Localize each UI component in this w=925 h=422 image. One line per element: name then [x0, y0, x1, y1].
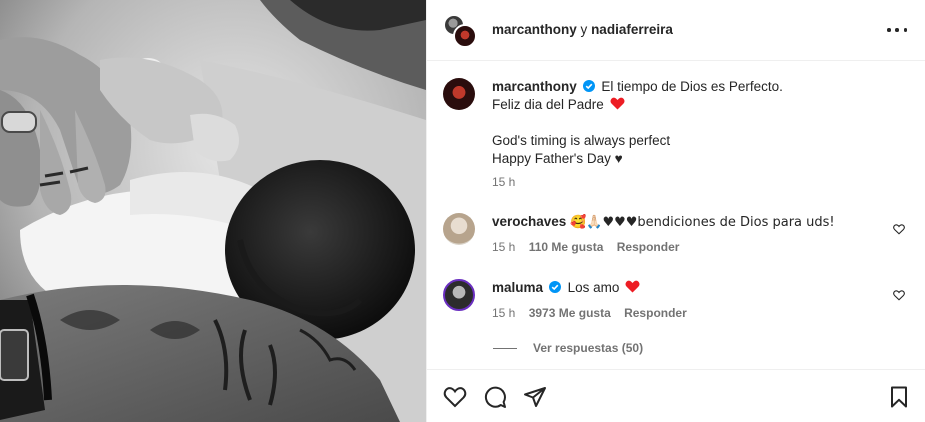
more-options-button[interactable]: [887, 22, 907, 38]
caption-username[interactable]: marcanthony: [492, 79, 577, 94]
verified-badge-icon: [582, 80, 595, 92]
collab-avatars[interactable]: [443, 14, 477, 48]
comment-row: verochaves 🥰🙏🏻♥♥♥bendiciones de Dios par…: [443, 213, 909, 263]
reply-button[interactable]: Responder: [624, 306, 687, 320]
post-header: marcanthony y nadiaferreira: [427, 0, 925, 61]
like-icon[interactable]: [443, 385, 467, 409]
avatar[interactable]: [443, 213, 475, 245]
comment-username[interactable]: maluma: [492, 280, 543, 295]
post-photo[interactable]: [0, 0, 426, 422]
caption: marcanthony El tiempo de Dios es Perfect…: [443, 78, 909, 193]
verified-badge-icon: [548, 281, 561, 293]
caption-line-4: Happy Father's Day ♥: [492, 151, 623, 166]
replies-divider: [493, 347, 517, 349]
like-comment-icon[interactable]: [893, 223, 905, 235]
post-authors: marcanthony y nadiaferreira: [492, 22, 673, 37]
caption-line-1: El tiempo de Dios es Perfecto.: [601, 79, 783, 94]
caption-line-3: God's timing is always perfect: [492, 133, 671, 148]
comment-username[interactable]: verochaves: [492, 214, 566, 229]
photo-illustration: [0, 0, 426, 422]
view-replies-label: Ver respuestas (50): [533, 341, 644, 355]
action-bar: [427, 369, 925, 422]
view-replies-button[interactable]: Ver respuestas (50): [493, 341, 643, 355]
caption-time[interactable]: 15 h: [492, 175, 515, 189]
comment-likes[interactable]: 3973 Me gusta: [529, 306, 611, 320]
bookmark-icon[interactable]: [887, 385, 911, 409]
comments-section: marcanthony El tiempo de Dios es Perfect…: [427, 61, 925, 369]
caption-meta: 15 h: [492, 175, 525, 189]
comment-body: 🥰🙏🏻♥♥♥bendiciones de Dios para uds!: [570, 215, 835, 230]
red-heart-icon: [625, 280, 640, 293]
author-link-2[interactable]: nadiaferreira: [591, 22, 673, 37]
comment-text: maluma Los amo: [492, 279, 879, 297]
caption-text: marcanthony El tiempo de Dios es Perfect…: [492, 78, 879, 168]
comment-meta: 15 h 110 Me gusta Responder: [492, 240, 689, 254]
comment-meta: 15 h 3973 Me gusta Responder: [492, 306, 697, 320]
author-link-1[interactable]: marcanthony: [492, 22, 577, 37]
red-heart-icon: [610, 97, 625, 110]
comment-body: Los amo: [567, 280, 620, 295]
comment-time[interactable]: 15 h: [492, 240, 515, 254]
avatar[interactable]: [443, 78, 475, 110]
dot-icon: [887, 28, 891, 32]
share-icon[interactable]: [523, 385, 547, 409]
comment-icon[interactable]: [483, 385, 507, 409]
avatar-nadiaferreira: [453, 24, 477, 48]
like-comment-icon[interactable]: [893, 289, 905, 301]
comment-likes[interactable]: 110 Me gusta: [529, 240, 604, 254]
author-connector: y: [580, 22, 588, 37]
dot-icon: [903, 28, 907, 32]
comment-row: maluma Los amo 15 h 3973 Me gusta Respon…: [443, 279, 909, 329]
avatar-story-ring[interactable]: [443, 279, 475, 311]
reply-button[interactable]: Responder: [617, 240, 680, 254]
post-dialog: marcanthony y nadiaferreira marcanthony: [0, 0, 925, 422]
caption-line-2: Feliz dia del Padre: [492, 97, 604, 112]
comment-text: verochaves 🥰🙏🏻♥♥♥bendiciones de Dios par…: [492, 213, 879, 232]
dot-icon: [895, 28, 899, 32]
post-sidebar: marcanthony y nadiaferreira marcanthony: [426, 0, 925, 422]
comment-time[interactable]: 15 h: [492, 306, 515, 320]
